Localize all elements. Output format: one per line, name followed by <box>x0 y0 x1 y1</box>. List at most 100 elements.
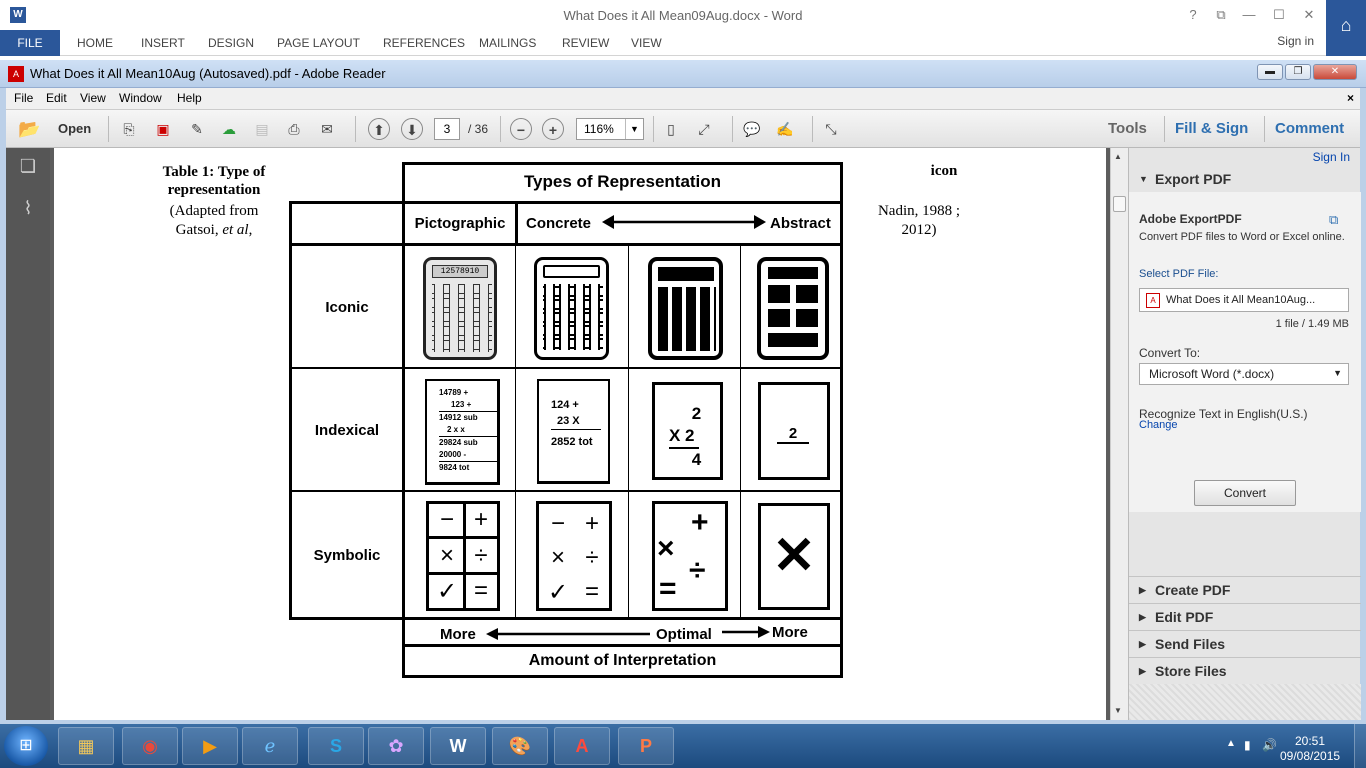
scrollbar-thumb[interactable] <box>1113 196 1126 212</box>
tab-file[interactable]: FILE <box>0 30 60 56</box>
page-thumbnails-icon[interactable]: ❏ <box>18 156 38 178</box>
fit-page-icon[interactable]: ▯ <box>660 118 682 140</box>
previous-page-icon[interactable]: ⬆ <box>368 118 390 140</box>
comment-button[interactable]: Comment <box>1275 120 1344 137</box>
menu-view[interactable]: View <box>80 91 106 105</box>
zoom-select[interactable]: 116% ▼ <box>576 118 644 140</box>
tab-insert[interactable]: INSERT <box>141 30 185 56</box>
highlight-text-icon[interactable]: ✍ <box>774 118 796 140</box>
ribbon-display-icon[interactable]: ⧉ <box>1209 6 1233 24</box>
chevron-down-icon[interactable]: ▼ <box>625 119 643 139</box>
menu-window[interactable]: Window <box>119 91 162 105</box>
chevron-down-icon[interactable]: ▼ <box>1333 368 1342 378</box>
internet-explorer-icon[interactable]: ℯ <box>242 727 298 765</box>
toolbar-separator <box>1164 116 1165 142</box>
scroll-up-icon[interactable]: ▲ <box>1114 152 1122 161</box>
reader-close-icon[interactable]: ✕ <box>1313 64 1357 80</box>
open-button[interactable]: Open <box>58 121 91 136</box>
word-icon[interactable]: W <box>430 727 486 765</box>
tab-mailings[interactable]: MAILINGS <box>479 30 536 56</box>
skype-icon[interactable]: S <box>308 727 364 765</box>
start-button[interactable]: ⊞ <box>4 726 48 766</box>
app-icon[interactable]: ✿ <box>368 727 424 765</box>
math-symbols-grid-icon: − + × ÷ ✓ = <box>426 501 500 611</box>
vertical-scrollbar[interactable]: ▲ ▼ <box>1110 148 1128 720</box>
menu-file[interactable]: File <box>14 91 33 105</box>
caret-right-icon: ▶ <box>1139 666 1146 676</box>
full-screen-icon[interactable]: ⤡ <box>820 118 842 140</box>
system-clock[interactable]: 20:51 09/08/2015 <box>1280 734 1340 764</box>
zoom-in-icon[interactable]: + <box>542 118 564 140</box>
minimize-icon[interactable]: — <box>1237 6 1261 24</box>
adapted-from-line2: Gatsoi, et al, <box>175 222 253 238</box>
convert-to-select[interactable]: Microsoft Word (*.docx) ▼ <box>1139 363 1349 385</box>
next-page-icon[interactable]: ⬇ <box>401 118 423 140</box>
reader-restore-icon[interactable]: ❐ <box>1285 64 1311 80</box>
adobe-reader-window: A What Does it All Mean10Aug (Autosaved)… <box>0 60 1366 724</box>
print-icon[interactable]: ⎙ <box>283 118 305 140</box>
network-icon[interactable]: ▮ <box>1244 738 1251 752</box>
close-icon[interactable]: ✕ <box>1297 6 1321 24</box>
edit-pdf-header[interactable]: ▶ Edit PDF <box>1129 603 1361 629</box>
home-icon[interactable]: ⌂ <box>1326 0 1366 56</box>
tab-references[interactable]: REFERENCES <box>383 30 465 56</box>
help-icon[interactable]: ? <box>1181 6 1205 24</box>
tray-expand-icon[interactable]: ▲ <box>1226 738 1236 749</box>
upload-cloud-icon[interactable]: ☁ <box>218 118 240 140</box>
open-folder-icon[interactable]: 📂 <box>18 118 40 140</box>
fit-width-icon[interactable]: ⤢ <box>693 118 715 140</box>
file-explorer-icon[interactable]: ▦ <box>58 727 114 765</box>
word-sign-in-link[interactable]: Sign in <box>1277 32 1314 50</box>
tab-design[interactable]: DESIGN <box>208 30 254 56</box>
tab-view[interactable]: VIEW <box>631 30 662 56</box>
select-pdf-file-field[interactable]: A What Does it All Mean10Aug... <box>1139 288 1349 312</box>
table-title: Types of Representation <box>523 172 722 191</box>
email-icon[interactable]: ✉ <box>316 118 338 140</box>
tab-home[interactable]: HOME <box>77 30 113 56</box>
create-pdf-icon[interactable]: ⎘ <box>118 118 140 140</box>
powerpoint-icon[interactable]: P <box>618 727 674 765</box>
maximize-icon[interactable]: ☐ <box>1267 6 1291 24</box>
word-title-bar: W What Does it All Mean09Aug.docx - Word… <box>0 0 1366 30</box>
save-icon[interactable]: ▤ <box>251 118 273 140</box>
edit-document-icon[interactable]: ✎ <box>186 118 208 140</box>
page-number-input[interactable]: 3 <box>434 118 460 140</box>
tools-button[interactable]: Tools <box>1108 120 1147 137</box>
fill-sign-button[interactable]: Fill & Sign <box>1175 120 1248 137</box>
chrome-icon[interactable]: ◉ <box>122 727 178 765</box>
menu-edit[interactable]: Edit <box>46 91 67 105</box>
send-files-header[interactable]: ▶ Send Files <box>1129 630 1361 656</box>
media-player-icon[interactable]: ▶ <box>182 727 238 765</box>
calculator-abstract-icon <box>757 257 829 360</box>
table-line <box>628 243 629 619</box>
attachments-icon[interactable]: ⌇ <box>18 198 38 220</box>
menu-help[interactable]: Help <box>177 91 202 105</box>
tab-page-layout[interactable]: PAGE LAYOUT <box>277 30 360 56</box>
export-pdf-header[interactable]: ▼ Export PDF <box>1129 166 1361 192</box>
multiply-icon: × <box>550 544 565 571</box>
zoom-out-icon[interactable]: − <box>510 118 532 140</box>
reader-minimize-icon[interactable]: ▬ <box>1257 64 1283 80</box>
column-concrete: Concrete <box>526 215 592 232</box>
document-close-icon[interactable]: × <box>1347 91 1354 105</box>
reader-toolbar: 📂 Open ⎘ ▣ ✎ ☁ ▤ ⎙ ✉ ⬆ ⬇ 3 / 36 − + 116%… <box>6 110 1360 148</box>
show-desktop-button[interactable] <box>1354 724 1366 768</box>
tab-review[interactable]: REVIEW <box>562 30 609 56</box>
volume-icon[interactable]: 🔊 <box>1262 738 1277 752</box>
paint-icon[interactable]: 🎨 <box>492 727 548 765</box>
scroll-down-icon[interactable]: ▼ <box>1114 706 1122 715</box>
receipt-detailed-icon: 14789 + 123 + 14912 sub 2 x x 29824 sub … <box>425 379 500 485</box>
sticky-note-icon[interactable]: 💬 <box>741 118 763 140</box>
caret-right-icon: ▶ <box>1139 639 1146 649</box>
adobe-reader-icon[interactable]: A <box>554 727 610 765</box>
divide-icon: ÷ <box>689 554 706 587</box>
reader-sign-in-link[interactable]: Sign In <box>1313 150 1350 164</box>
create-pdf-header[interactable]: ▶ Create PDF <box>1129 576 1361 602</box>
change-language-link[interactable]: Change <box>1139 419 1178 431</box>
toolbar-separator <box>653 116 654 142</box>
convert-button[interactable]: Convert <box>1194 480 1296 506</box>
pdf-convert-icon[interactable]: ▣ <box>152 118 174 140</box>
export-info-icon[interactable]: ⧉ <box>1329 212 1345 227</box>
right-arrow-icon <box>722 626 770 638</box>
store-files-header[interactable]: ▶ Store Files <box>1129 657 1361 683</box>
